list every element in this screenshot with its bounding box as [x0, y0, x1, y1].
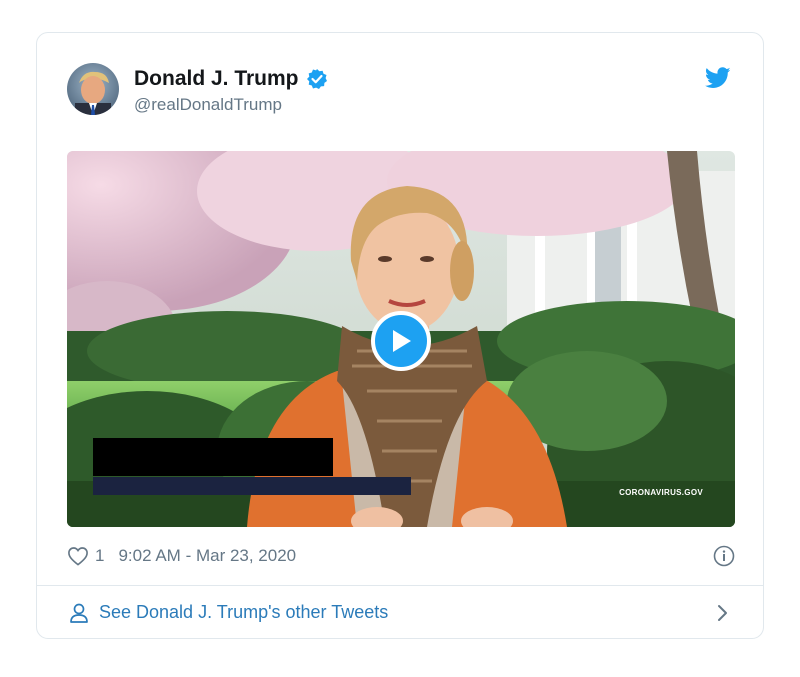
play-icon	[393, 330, 411, 352]
heart-icon[interactable]	[67, 546, 89, 566]
author-handle[interactable]: @realDonaldTrump	[134, 95, 282, 115]
see-other-tweets-link[interactable]: See Donald J. Trump's other Tweets	[37, 586, 763, 639]
avatar[interactable]	[67, 63, 119, 115]
tweet-timestamp[interactable]: 9:02 AM - Mar 23, 2020	[118, 546, 296, 566]
redaction-bar-secondary	[93, 477, 411, 495]
tweet-card: Donald J. Trump @realDonaldTrump CORONAV…	[36, 32, 764, 639]
info-icon[interactable]	[713, 545, 735, 567]
author-row: Donald J. Trump	[134, 67, 328, 91]
video-watermark: CORONAVIRUS.GOV	[619, 488, 703, 497]
play-button[interactable]	[371, 311, 431, 371]
verified-badge-icon	[306, 68, 328, 90]
see-other-tweets-label: See Donald J. Trump's other Tweets	[99, 602, 389, 622]
video-player[interactable]: CORONAVIRUS.GOV	[67, 151, 735, 527]
redaction-bar	[93, 438, 333, 476]
tweet-meta: 1 9:02 AM - Mar 23, 2020	[67, 543, 735, 569]
author-name[interactable]: Donald J. Trump	[134, 67, 299, 91]
like-count: 1	[95, 546, 105, 565]
person-icon	[69, 602, 89, 624]
twitter-bird-icon[interactable]	[704, 67, 731, 89]
chevron-right-icon	[717, 604, 729, 622]
